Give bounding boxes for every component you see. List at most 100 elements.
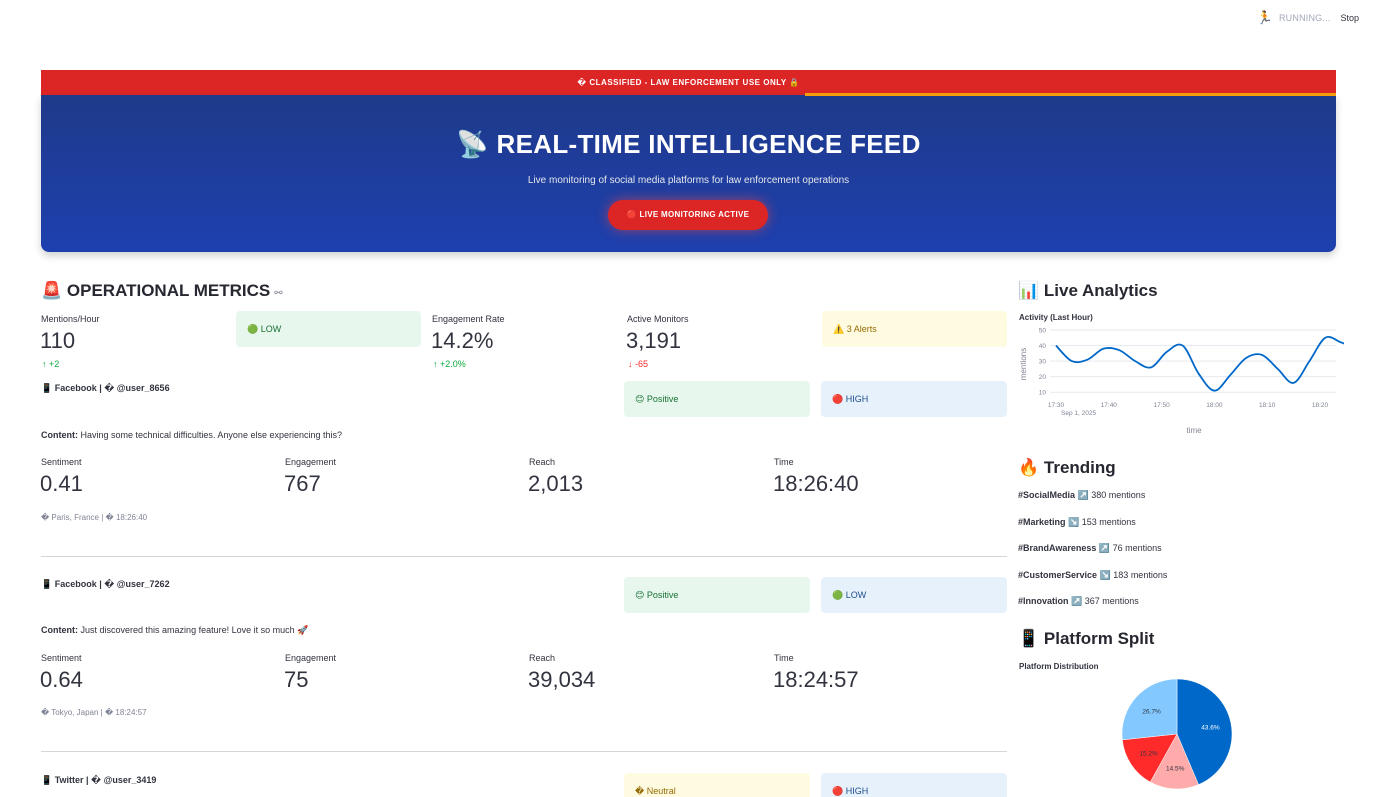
anchor-link-icon[interactable]: ⚯ [274,288,282,299]
stat-value: 0.64 [40,667,83,692]
platform-pie-chart: 43.6% 14.5% 15.2% 26.7% [1121,678,1233,790]
stat-label: Sentiment [41,457,82,467]
content-text: Having some technical difficulties. Anyo… [80,430,342,440]
y-tick-label: 50 [1039,328,1047,335]
divider [41,751,1007,752]
operational-metrics-title: 🚨 OPERATIONAL METRICS [41,281,271,300]
trend-count: 76 mentions [1112,543,1162,553]
stat-label: Engagement [285,457,337,467]
trend-tag: #Innovation [1018,596,1069,606]
y-tick-label: 10 [1039,390,1047,397]
stat-value: 0.41 [40,471,83,496]
classified-banner: � CLASSIFIED - LAW ENFORCEMENT USE ONLY … [41,70,1336,95]
activity-line-chart: 10 20 30 40 50 17:30 17:40 17:50 18:00 18:10 18:2… [1019,328,1344,435]
content-label: Content: [41,625,78,635]
banner-accent-stripe [805,93,1336,96]
running-indicator: 🏃 RUNNING... [1257,10,1331,26]
platform-split-heading: 📱 Platform Split [1018,629,1155,648]
x-axis-label: time [1186,426,1202,435]
trend-item: #BrandAwareness ↗️ 76 mentions [1018,543,1162,554]
stat-label: Time [774,653,794,663]
trend-tag: #Marketing [1018,517,1066,527]
stat-value: 39,034 [528,667,596,692]
trend-arrow-icon: ↘️ [1099,570,1111,580]
page-subtitle: Live monitoring of social media platform… [527,175,850,186]
metric-delta: ↑ +2 [42,359,60,369]
live-analytics-heading: 📊 Live Analytics [1018,281,1158,300]
stop-button[interactable]: Stop [1340,13,1359,23]
post-header: 📱 Facebook | � @user_7262 [41,579,170,589]
metric-delta: ↑ +2.0% [433,359,466,369]
trend-item: #Marketing ↘️ 153 mentions [1018,517,1136,528]
x-tick-label: 17:30 [1048,402,1065,409]
running-label: RUNNING... [1278,13,1331,23]
x-tick-label: 17:40 [1101,402,1118,409]
stat-label: Reach [529,653,556,663]
status-bar: 🏃 RUNNING... Stop [1257,10,1359,26]
trend-item: #SocialMedia ↗️ 380 mentions [1018,490,1145,501]
post-content: Content: Having some technical difficult… [41,430,342,440]
post-content: Content: Just discovered this amazing fe… [41,625,308,636]
y-tick-label: 40 [1039,343,1047,350]
metric-label: Mentions/Hour [41,314,100,324]
stat-label: Sentiment [41,653,82,663]
priority-badge: 🔴 HIGH [821,381,1007,417]
metric-delta: ↓ -65 [628,359,649,369]
metric-value: 14.2% [431,328,494,353]
page-title: 📡 REAL-TIME INTELLIGENCE FEED [456,129,921,159]
x-tick-label: 17:50 [1153,402,1170,409]
threat-level-badge: 🟢 LOW [236,311,421,347]
stat-label: Engagement [285,653,337,663]
x-tick-label: 18:10 [1259,402,1276,409]
post-header: 📱 Twitter | � @user_3419 [41,775,157,785]
alerts-badge: ⚠️ 3 Alerts [822,311,1007,347]
live-status-pill: 🔴 LIVE MONITORING ACTIVE [608,200,768,230]
content-label: Content: [41,430,78,440]
trend-arrow-icon: ↗️ [1071,596,1083,606]
post-header: 📱 Facebook | � @user_8656 [41,383,170,393]
stat-label: Time [774,457,794,467]
x-tick-label: 18:00 [1206,402,1223,409]
date-label: Sep 1, 2025 [1061,410,1096,417]
x-tick-label: 18:20 [1312,402,1329,409]
pie-slice-label: 15.2% [1139,750,1158,757]
sentiment-badge: 😊 Positive [624,381,810,417]
trend-item: #Innovation ↗️ 367 mentions [1018,596,1139,607]
trend-tag: #BrandAwareness [1018,543,1097,553]
sentiment-badge: 😊 Positive [624,577,810,613]
stat-value: 767 [284,471,321,496]
trend-count: 183 mentions [1113,570,1168,580]
running-man-icon: 🏃 [1256,10,1273,25]
trend-count: 380 mentions [1091,490,1146,500]
operational-metrics-heading: 🚨 OPERATIONAL METRICS ⚯ [41,281,283,301]
metric-value: 110 [40,328,76,353]
pie-slice-label: 26.7% [1142,709,1161,716]
sentiment-badge: � Neutral [624,773,810,797]
content-text: Just discovered this amazing feature! Lo… [80,625,309,635]
stat-value: 18:26:40 [773,471,859,496]
trend-tag: #SocialMedia [1018,490,1076,500]
trend-count: 153 mentions [1081,517,1136,527]
activity-chart-title: Activity (Last Hour) [1019,313,1093,322]
trend-tag: #CustomerService [1018,570,1098,580]
trend-arrow-icon: ↗️ [1098,543,1111,553]
post-meta: � Paris, France | � 18:26:40 [41,513,148,522]
stat-value: 2,013 [528,471,584,496]
trending-heading: 🔥 Trending [1018,458,1116,477]
platform-chart-title: Platform Distribution [1019,662,1099,671]
pie-slice-label: 43.6% [1201,725,1220,732]
post-meta: � Tokyo, Japan | � 18:24:57 [41,708,147,717]
stat-value: 18:24:57 [773,667,859,692]
y-tick-label: 30 [1039,359,1047,366]
priority-badge: 🔴 HIGH [821,773,1007,797]
stat-label: Reach [529,457,556,467]
activity-series-line [1055,336,1344,392]
priority-badge: 🟢 LOW [821,577,1007,613]
y-tick-label: 20 [1039,374,1047,381]
hero-banner: 📡 REAL-TIME INTELLIGENCE FEED Live monit… [41,95,1336,252]
metric-value: 3,191 [626,328,682,353]
y-axis-label: mentions [1019,348,1028,380]
trend-item: #CustomerService ↘️ 183 mentions [1018,570,1167,581]
metric-label: Engagement Rate [432,314,505,324]
divider [41,556,1007,557]
